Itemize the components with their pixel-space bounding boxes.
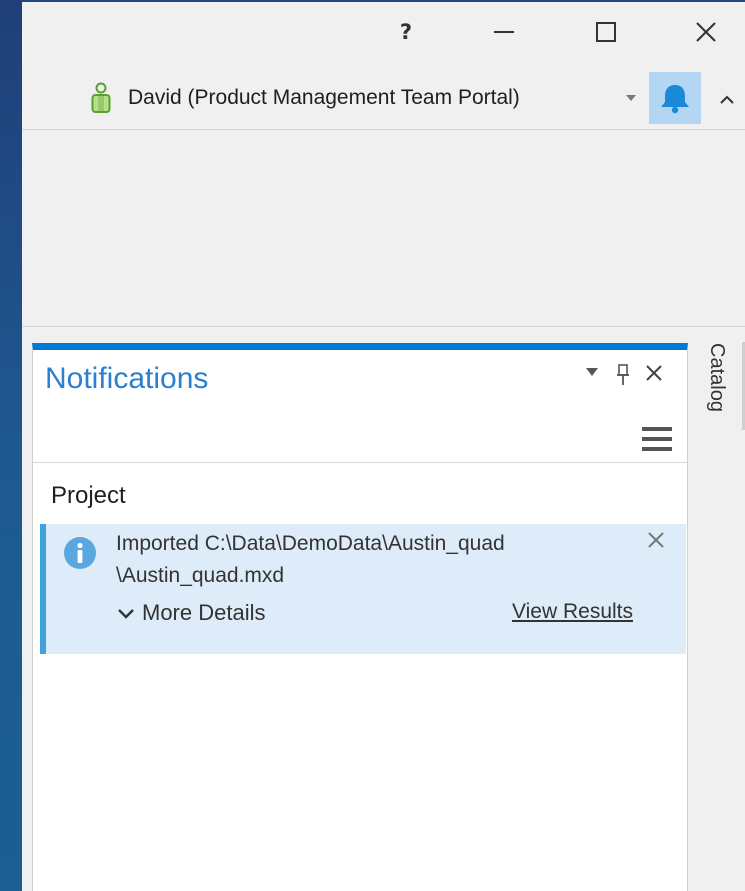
help-button[interactable]: ? (382, 12, 430, 52)
maximize-button[interactable] (582, 12, 630, 52)
group-header: Project (51, 482, 126, 509)
ribbon-area (22, 130, 745, 326)
divider (22, 326, 745, 327)
notification-bell-icon (661, 85, 689, 114)
pin-icon[interactable] (616, 364, 630, 386)
notification-item[interactable]: Imported C:\Data\DemoData\Austin_quad \A… (40, 524, 686, 654)
divider (33, 462, 687, 463)
minimize-button[interactable] (480, 12, 528, 52)
more-details-toggle[interactable]: More Details (118, 600, 265, 626)
hamburger-menu-icon[interactable] (642, 425, 672, 453)
notification-message: Imported C:\Data\DemoData\Austin_quad \A… (116, 532, 505, 587)
notifications-button[interactable] (649, 72, 701, 124)
chevron-down-icon (118, 609, 134, 619)
caret-down-icon[interactable] (626, 95, 636, 101)
pane-close-icon[interactable] (645, 364, 663, 382)
catalog-side-tab[interactable]: Catalog (702, 343, 732, 443)
info-icon (64, 537, 96, 569)
title-bar: ? (22, 2, 745, 64)
user-icon (91, 82, 111, 113)
app-window: ? David (Product Management Team Portal) (22, 2, 745, 891)
pane-title: Notifications (45, 362, 209, 395)
view-results-link[interactable]: View Results (512, 600, 633, 624)
close-button[interactable] (682, 12, 730, 52)
signed-in-user[interactable]: David (Product Management Team Portal) (128, 86, 520, 110)
dismiss-icon[interactable] (646, 530, 666, 550)
user-bar: David (Product Management Team Portal) (22, 64, 745, 130)
notifications-pane: Notifications Project Imported C:\Data\D… (32, 343, 688, 891)
maximize-icon (596, 22, 616, 42)
minimize-icon (494, 31, 514, 33)
close-icon (696, 22, 716, 42)
chevron-up-icon[interactable] (720, 95, 734, 104)
catalog-tab-label: Catalog (706, 343, 728, 412)
desktop-background (0, 0, 22, 891)
more-details-label: More Details (142, 600, 266, 625)
pane-options-icon[interactable] (586, 368, 598, 376)
